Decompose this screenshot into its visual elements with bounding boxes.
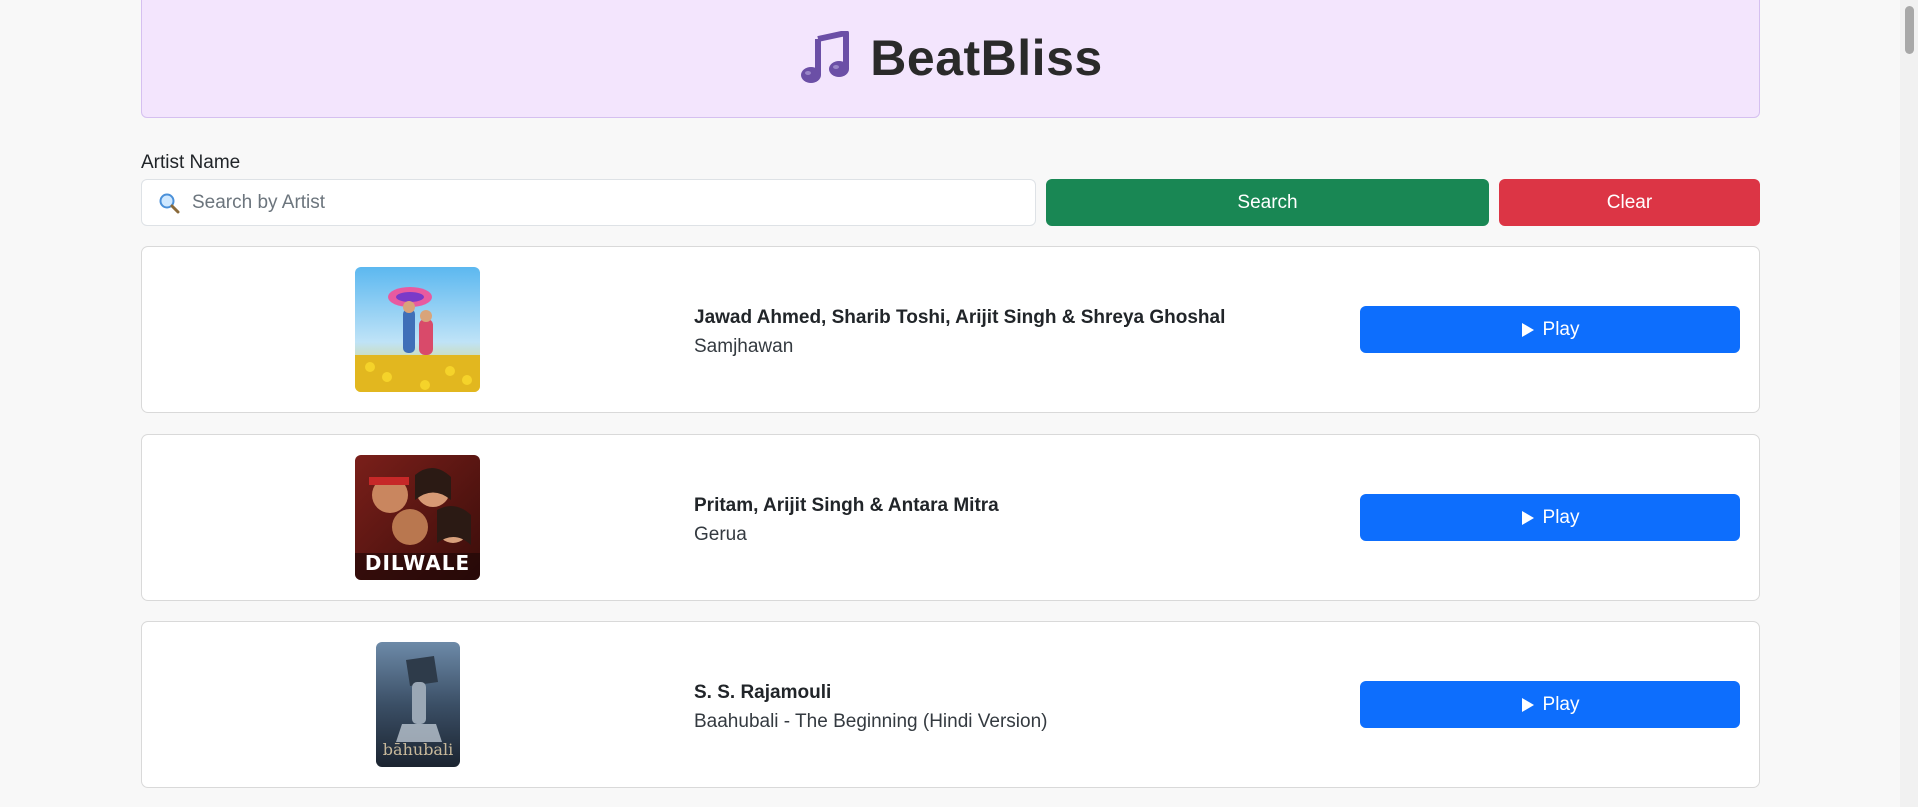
play-button[interactable]: Play — [1360, 306, 1740, 353]
song-card: bāhubali S. S. Rajamouli Baahubali - The… — [141, 621, 1760, 788]
album-cover-image: bāhubali — [376, 642, 460, 767]
play-icon — [1521, 697, 1534, 712]
scrollbar-thumb[interactable] — [1905, 6, 1914, 54]
music-note-icon — [801, 31, 850, 83]
search-button[interactable]: Search — [1046, 179, 1489, 226]
play-label: Play — [1542, 693, 1580, 715]
artist-search-input[interactable] — [190, 190, 1014, 215]
album-cover-image — [355, 267, 480, 392]
song-title: Gerua — [694, 524, 747, 545]
song-title: Baahubali - The Beginning (Hindi Version… — [694, 711, 1048, 732]
song-artist: Pritam, Arijit Singh & Antara Mitra — [694, 495, 999, 516]
app-header: BeatBliss — [141, 0, 1760, 118]
song-card: Jawad Ahmed, Sharib Toshi, Arijit Singh … — [141, 246, 1760, 413]
play-label: Play — [1542, 506, 1580, 528]
album-cover-text: bāhubali — [382, 740, 454, 759]
album-cover-image: DILWALE — [355, 455, 480, 580]
album-cover-text: DILWALE — [364, 551, 471, 575]
song-artist: Jawad Ahmed, Sharib Toshi, Arijit Singh … — [694, 307, 1226, 328]
play-icon — [1521, 510, 1534, 525]
play-icon — [1521, 322, 1534, 337]
play-button[interactable]: Play — [1360, 681, 1740, 728]
app-title: BeatBliss — [870, 30, 1103, 86]
clear-button[interactable]: Clear — [1499, 179, 1760, 226]
artist-name-label: Artist Name — [141, 152, 241, 173]
song-artist: S. S. Rajamouli — [694, 682, 832, 703]
search-field[interactable] — [141, 179, 1036, 226]
song-title: Samjhawan — [694, 336, 794, 357]
song-info: Pritam, Arijit Singh & Antara Mitra Geru… — [694, 492, 999, 550]
song-card: DILWALE Pritam, Arijit Singh & Antara Mi… — [141, 434, 1760, 601]
song-info: S. S. Rajamouli Baahubali - The Beginnin… — [694, 679, 1047, 737]
vertical-scrollbar[interactable] — [1900, 0, 1918, 807]
play-label: Play — [1542, 318, 1580, 340]
song-info: Jawad Ahmed, Sharib Toshi, Arijit Singh … — [694, 304, 1225, 362]
play-button[interactable]: Play — [1360, 494, 1740, 541]
search-icon — [159, 193, 180, 213]
